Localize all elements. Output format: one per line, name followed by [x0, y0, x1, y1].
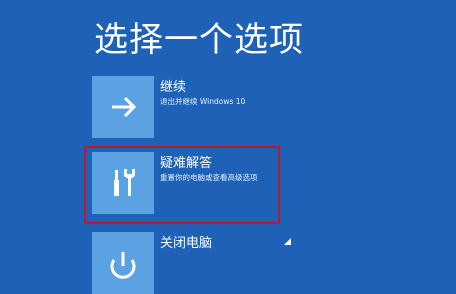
- continue-description: 退出并继续 Windows 10: [160, 97, 246, 106]
- shutdown-option[interactable]: 关闭电脑: [92, 232, 392, 294]
- page-title: 选择一个选项: [94, 20, 304, 60]
- power-icon: [110, 252, 136, 279]
- continue-label: 继续: [160, 80, 187, 95]
- corner-marker: [284, 238, 291, 245]
- shutdown-label: 关闭电脑: [160, 236, 213, 251]
- arrow-right-icon: [112, 96, 137, 118]
- troubleshoot-highlight-frame: [84, 146, 280, 224]
- shutdown-tile[interactable]: [92, 232, 154, 294]
- continue-option[interactable]: 继续 退出并继续 Windows 10: [92, 76, 392, 138]
- continue-tile[interactable]: [92, 76, 154, 138]
